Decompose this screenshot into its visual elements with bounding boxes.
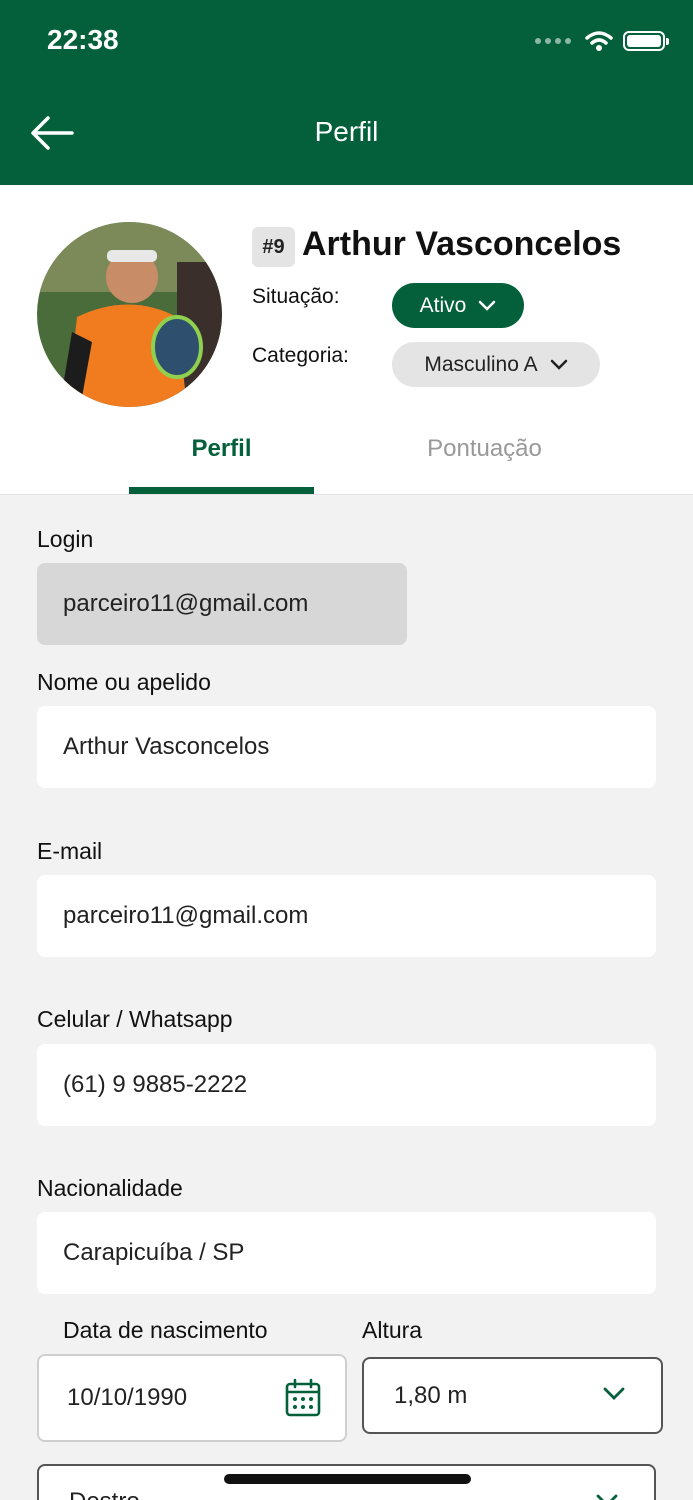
categoria-label: Categoria: — [252, 344, 349, 367]
chevron-down-icon — [596, 1494, 618, 1500]
player-name: Arthur Vasconcelos — [302, 225, 622, 263]
nome-field[interactable]: Arthur Vasconcelos — [37, 706, 656, 788]
profile-card: #9 Arthur Vasconcelos Situação: Ativo Ca… — [0, 185, 693, 495]
tab-bar: Perfil Pontuação — [0, 425, 693, 495]
birthdate-field[interactable]: 10/10/1990 — [37, 1354, 347, 1442]
nome-label: Nome ou apelido — [37, 669, 211, 695]
home-indicator[interactable] — [224, 1474, 471, 1484]
active-tab-indicator — [129, 487, 314, 494]
situacao-label: Situação: — [252, 285, 340, 308]
nacionalidade-label: Nacionalidade — [37, 1175, 183, 1201]
chevron-down-icon — [550, 359, 567, 370]
login-label: Login — [37, 526, 94, 552]
category-dropdown[interactable]: Masculino A — [392, 342, 600, 387]
status-time: 22:38 — [47, 24, 119, 55]
altura-dropdown[interactable]: 1,80 m — [362, 1357, 663, 1434]
rank-badge: #9 — [252, 227, 295, 267]
battery-icon — [623, 31, 669, 51]
tab-pontuacao[interactable]: Pontuação — [392, 435, 577, 463]
app-header: 22:38 Perfil — [0, 0, 693, 185]
celular-label: Celular / Whatsapp — [37, 1006, 233, 1032]
cellular-signal-icon — [535, 38, 571, 44]
nacionalidade-field[interactable]: Carapicuíba / SP — [37, 1212, 656, 1294]
altura-value: 1,80 m — [394, 1381, 468, 1409]
email-label: E-mail — [37, 838, 103, 864]
status-dropdown[interactable]: Ativo — [392, 283, 524, 328]
email-field[interactable]: parceiro11@gmail.com — [37, 875, 656, 957]
birthdate-value: 10/10/1990 — [67, 1384, 188, 1411]
avatar[interactable] — [37, 222, 222, 407]
chevron-down-icon — [479, 300, 496, 311]
wifi-icon — [585, 31, 613, 51]
status-value: Ativo — [419, 293, 467, 317]
chevron-down-icon — [603, 1387, 625, 1400]
category-value: Masculino A — [424, 352, 538, 376]
lado-value: Destro — [69, 1488, 140, 1500]
tab-perfil[interactable]: Perfil — [129, 435, 314, 463]
celular-field[interactable]: (61) 9 9885-2222 — [37, 1044, 656, 1126]
status-icons — [535, 30, 669, 52]
altura-label: Altura — [362, 1317, 423, 1343]
calendar-icon[interactable] — [285, 1378, 321, 1418]
login-field[interactable]: parceiro11@gmail.com — [37, 563, 407, 645]
nascimento-label: Data de nascimento — [63, 1317, 268, 1343]
page-title: Perfil — [314, 116, 379, 147]
